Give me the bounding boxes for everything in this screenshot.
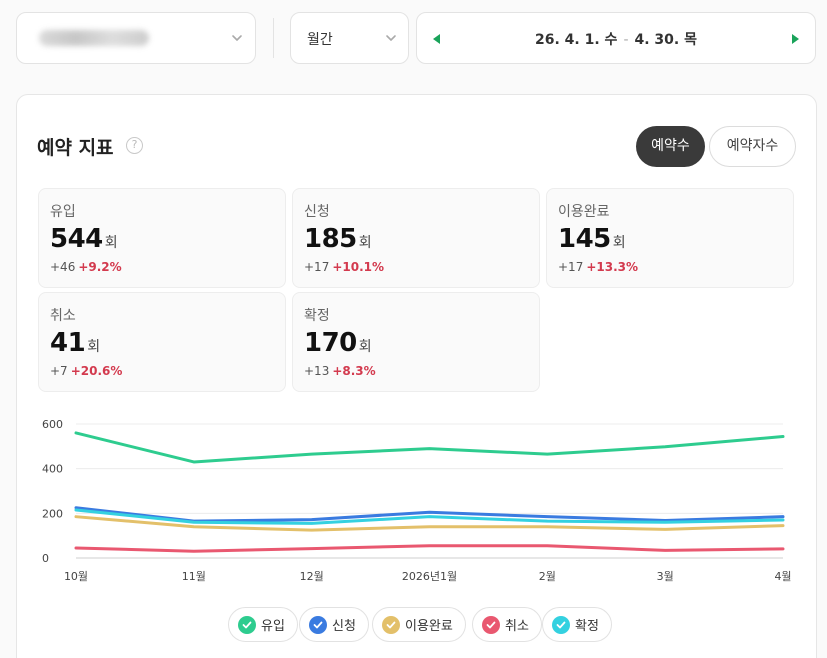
date-range-nav: 26. 4. 1. 수 -4. 30. 목	[416, 12, 816, 64]
legend-item[interactable]: 취소	[472, 607, 542, 642]
filter-divider	[273, 18, 274, 58]
series-line	[74, 506, 785, 523]
y-tick-label: 0	[42, 552, 49, 565]
y-tick-label: 600	[42, 418, 63, 431]
series-line	[74, 544, 785, 553]
check-icon	[238, 615, 256, 634]
x-tick-label: 2026년1월	[402, 570, 457, 583]
chevron-down-icon	[386, 35, 396, 41]
legend-label: 취소	[505, 619, 529, 634]
legend-item[interactable]: 확정	[542, 607, 612, 642]
series-line	[74, 431, 785, 464]
period-label: 월간	[307, 32, 333, 48]
date-range-text: 26. 4. 1. 수 -4. 30. 목	[417, 29, 815, 49]
x-tick-label: 10월	[64, 570, 88, 583]
check-icon	[552, 615, 570, 634]
legend-label: 유입	[261, 619, 285, 634]
next-period-icon[interactable]	[785, 29, 805, 49]
next-arrow-shape	[792, 34, 799, 44]
reservation-metrics-card: 예약 지표 ? 예약수 예약자수 유입 544 회 +46 +9.2% 신청 185…	[16, 94, 817, 658]
line-chart: 0 200 400 600 10월 11월 12월 2026년1월 2월 3월 4월	[42, 418, 792, 583]
date-end: 4. 30. 목	[634, 32, 698, 48]
y-tick-label: 200	[42, 507, 63, 520]
legend-label: 이용완료	[405, 619, 453, 634]
x-tick-label: 12월	[300, 570, 324, 583]
x-tick-label: 3월	[657, 570, 674, 583]
check-icon	[309, 615, 327, 634]
legend-label: 신청	[332, 619, 356, 634]
store-name-redacted	[39, 30, 149, 46]
date-start: 26. 4. 1. 수	[535, 32, 618, 48]
chevron-down-icon	[232, 35, 242, 41]
check-icon	[482, 615, 500, 634]
x-tick-label: 2월	[539, 570, 556, 583]
legend-item[interactable]: 유입	[228, 607, 298, 642]
date-separator: -	[623, 32, 629, 48]
legend-label: 확정	[575, 619, 599, 634]
y-tick-label: 400	[42, 463, 63, 476]
legend-item[interactable]: 이용완료	[372, 607, 466, 642]
store-select[interactable]	[16, 12, 256, 64]
check-icon	[382, 615, 400, 634]
x-tick-label: 11월	[182, 570, 206, 583]
legend-item[interactable]: 신청	[299, 607, 369, 642]
x-tick-label: 4월	[774, 570, 791, 583]
period-select[interactable]: 월간	[290, 12, 409, 64]
